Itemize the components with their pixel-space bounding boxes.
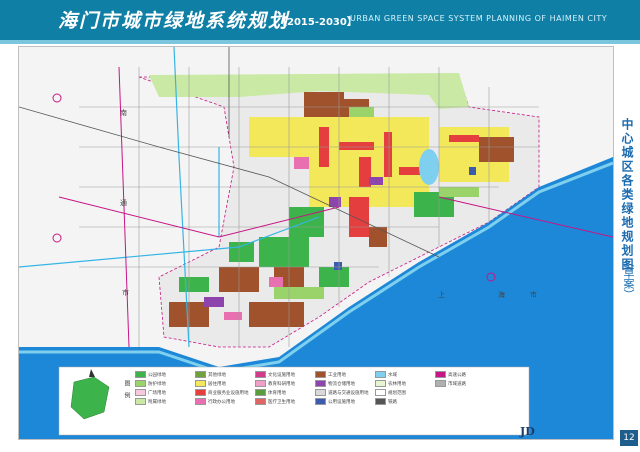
legend-swatch bbox=[375, 380, 386, 387]
legend-swatch bbox=[255, 398, 266, 405]
label-shanghai-2: 海 bbox=[498, 291, 505, 299]
page-number: 12 bbox=[620, 430, 638, 446]
legend-swatch bbox=[255, 389, 266, 396]
org-logo-icon: JD bbox=[520, 425, 535, 438]
legend-swatch bbox=[195, 380, 206, 387]
legend-label: 居住用地 bbox=[208, 382, 226, 387]
legend-item: 工业用地 bbox=[315, 371, 346, 378]
legend-item: 文化设施用地 bbox=[255, 371, 295, 378]
legend-swatch bbox=[195, 389, 206, 396]
legend-item: 高速公路 bbox=[435, 371, 466, 378]
legend-item: 水域 bbox=[375, 371, 397, 378]
title-english: URBAN GREEN SPACE SYSTEM PLANNING OF HAI… bbox=[350, 14, 608, 23]
legend-label: 工业用地 bbox=[328, 373, 346, 378]
legend-item: 行政办公用地 bbox=[195, 398, 235, 405]
legend-swatch bbox=[135, 380, 146, 387]
legend-swatch bbox=[375, 398, 386, 405]
legend-label: 广场用地 bbox=[148, 391, 166, 396]
legend-swatch bbox=[435, 380, 446, 387]
legend-swatch bbox=[195, 398, 206, 405]
legend-item: 公用设施用地 bbox=[315, 398, 355, 405]
legend-swatch bbox=[255, 380, 266, 387]
legend-item: 广场用地 bbox=[135, 389, 166, 396]
legend-item: 附属绿地 bbox=[135, 398, 166, 405]
legend-label: 医疗卫生用地 bbox=[268, 400, 295, 405]
legend-label: 商业服务业设施用地 bbox=[208, 391, 249, 396]
legend-item: 教育科研用地 bbox=[255, 380, 295, 387]
legend-item: 农林用地 bbox=[375, 380, 406, 387]
legend-swatch bbox=[135, 371, 146, 378]
legend-label: 规划范围 bbox=[388, 391, 406, 396]
legend-label: 水域 bbox=[388, 373, 397, 378]
legend-label: 市域道路 bbox=[448, 382, 466, 387]
legend-label: 其他绿地 bbox=[208, 373, 226, 378]
legend-item: 规划范围 bbox=[375, 389, 406, 396]
legend-label: 铁路 bbox=[388, 400, 397, 405]
legend-swatch bbox=[315, 389, 326, 396]
legend-swatch bbox=[135, 398, 146, 405]
legend-label: 教育科研用地 bbox=[268, 382, 295, 387]
label-nantong-3: 市 bbox=[122, 289, 129, 297]
label-nantong-2: 通 bbox=[120, 199, 127, 207]
legend-swatch bbox=[195, 371, 206, 378]
legend-swatch bbox=[375, 371, 386, 378]
legend-item: 其他绿地 bbox=[195, 371, 226, 378]
legend-item: 道路与交通设施用地 bbox=[315, 389, 369, 396]
map-draft-note: （草案） bbox=[622, 256, 635, 300]
legend-label: 体育用地 bbox=[268, 391, 286, 396]
map-title: 中心城区各类绿地规划图 bbox=[620, 118, 634, 272]
label-shanghai-3: 市 bbox=[530, 291, 537, 299]
legend-item: 医疗卫生用地 bbox=[255, 398, 295, 405]
legend-swatch bbox=[315, 398, 326, 405]
legend-label: 物流仓储用地 bbox=[328, 382, 355, 387]
legend-item: 商业服务业设施用地 bbox=[195, 389, 249, 396]
legend-swatch bbox=[135, 389, 146, 396]
header-stripe bbox=[0, 40, 640, 44]
page-title: 海门市城市绿地系统规划 bbox=[58, 10, 290, 32]
legend-swatch bbox=[315, 380, 326, 387]
legend-swatch bbox=[315, 371, 326, 378]
legend-label: 公用设施用地 bbox=[328, 400, 355, 405]
legend-swatch bbox=[375, 389, 386, 396]
legend-item: 居住用地 bbox=[195, 380, 226, 387]
title-years: 【2015-2030】 bbox=[277, 17, 357, 28]
legend-swatch bbox=[255, 371, 266, 378]
legend-item: 物流仓储用地 bbox=[315, 380, 355, 387]
legend-item: 体育用地 bbox=[255, 389, 286, 396]
legend-label: 高速公路 bbox=[448, 373, 466, 378]
legend-swatch bbox=[435, 371, 446, 378]
legend-item: 防护绿地 bbox=[135, 380, 166, 387]
legend-label: 公园绿地 bbox=[148, 373, 166, 378]
legend-item: 铁路 bbox=[375, 398, 397, 405]
legend-item: 市域道路 bbox=[435, 380, 466, 387]
legend-title: 图例 bbox=[123, 380, 130, 404]
label-nantong-1: 南 bbox=[120, 109, 127, 117]
legend-label: 行政办公用地 bbox=[208, 400, 235, 405]
legend-label: 防护绿地 bbox=[148, 382, 166, 387]
label-shanghai-1: 上 bbox=[438, 291, 445, 299]
legend-label: 道路与交通设施用地 bbox=[328, 391, 369, 396]
legend-label: 农林用地 bbox=[388, 382, 406, 387]
legend-label: 附属绿地 bbox=[148, 400, 166, 405]
legend-label: 文化设施用地 bbox=[268, 373, 295, 378]
legend-item: 公园绿地 bbox=[135, 371, 166, 378]
